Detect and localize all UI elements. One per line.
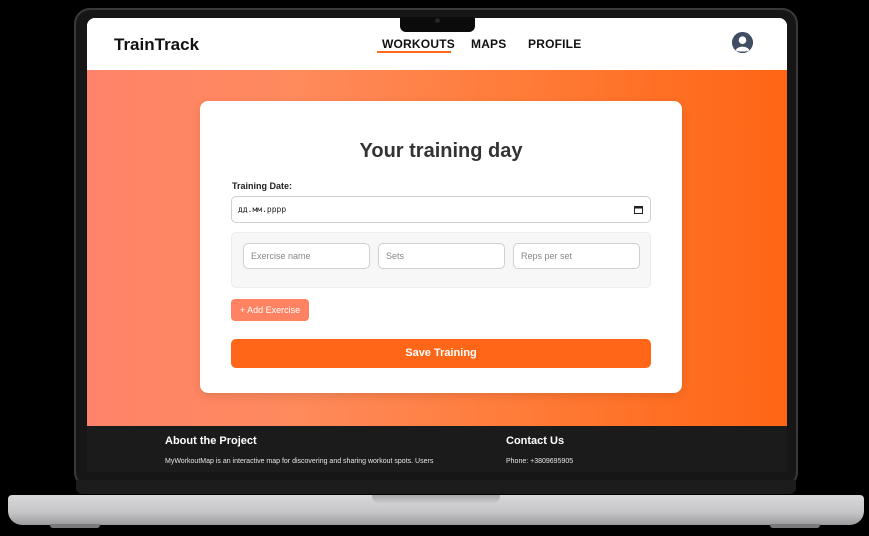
calendar-icon[interactable] <box>634 205 643 214</box>
app-logo[interactable]: TrainTrack <box>114 35 199 55</box>
footer-about-text: MyWorkoutMap is an interactive map for d… <box>165 458 434 465</box>
exercise-name-input[interactable]: Exercise name <box>243 243 370 269</box>
nav-maps[interactable]: MAPS <box>471 37 506 51</box>
training-date-input[interactable]: дд.мм.рррр <box>231 196 651 223</box>
laptop-base-notch <box>372 495 500 504</box>
nav-profile[interactable]: PROFILE <box>528 37 581 51</box>
form-title: Your training day <box>359 140 523 162</box>
footer-contact-phone: Phone: +3809695905 <box>506 458 574 465</box>
footer-about-heading: About the Project <box>165 435 257 447</box>
laptop-chin <box>76 480 796 494</box>
training-date-label: Training Date: <box>232 181 293 191</box>
nav-workouts[interactable]: WORKOUTS <box>382 37 455 51</box>
add-exercise-button[interactable]: + Add Exercise <box>231 299 309 321</box>
site-footer: About the Project MyWorkoutMap is an int… <box>87 426 787 472</box>
save-training-button[interactable]: Save Training <box>231 339 651 368</box>
laptop-foot-left <box>50 524 100 528</box>
laptop-foot-right <box>770 524 820 528</box>
camera-icon <box>435 18 440 23</box>
screen: TrainTrack WORKOUTS MAPS PROFILE Your tr… <box>87 18 787 472</box>
footer-contact-heading: Contact Us <box>506 435 565 447</box>
user-avatar-icon[interactable] <box>732 32 753 53</box>
exercise-row: Exercise name Sets Reps per set <box>231 232 651 288</box>
date-placeholder: дд.мм.рррр <box>238 205 287 214</box>
reps-per-set-input[interactable]: Reps per set <box>513 243 640 269</box>
nav-active-indicator <box>377 51 451 53</box>
sets-input[interactable]: Sets <box>378 243 505 269</box>
hero-section: Your training day Training Date: дд.мм.р… <box>87 70 787 426</box>
training-form-card: Your training day Training Date: дд.мм.р… <box>200 101 682 393</box>
